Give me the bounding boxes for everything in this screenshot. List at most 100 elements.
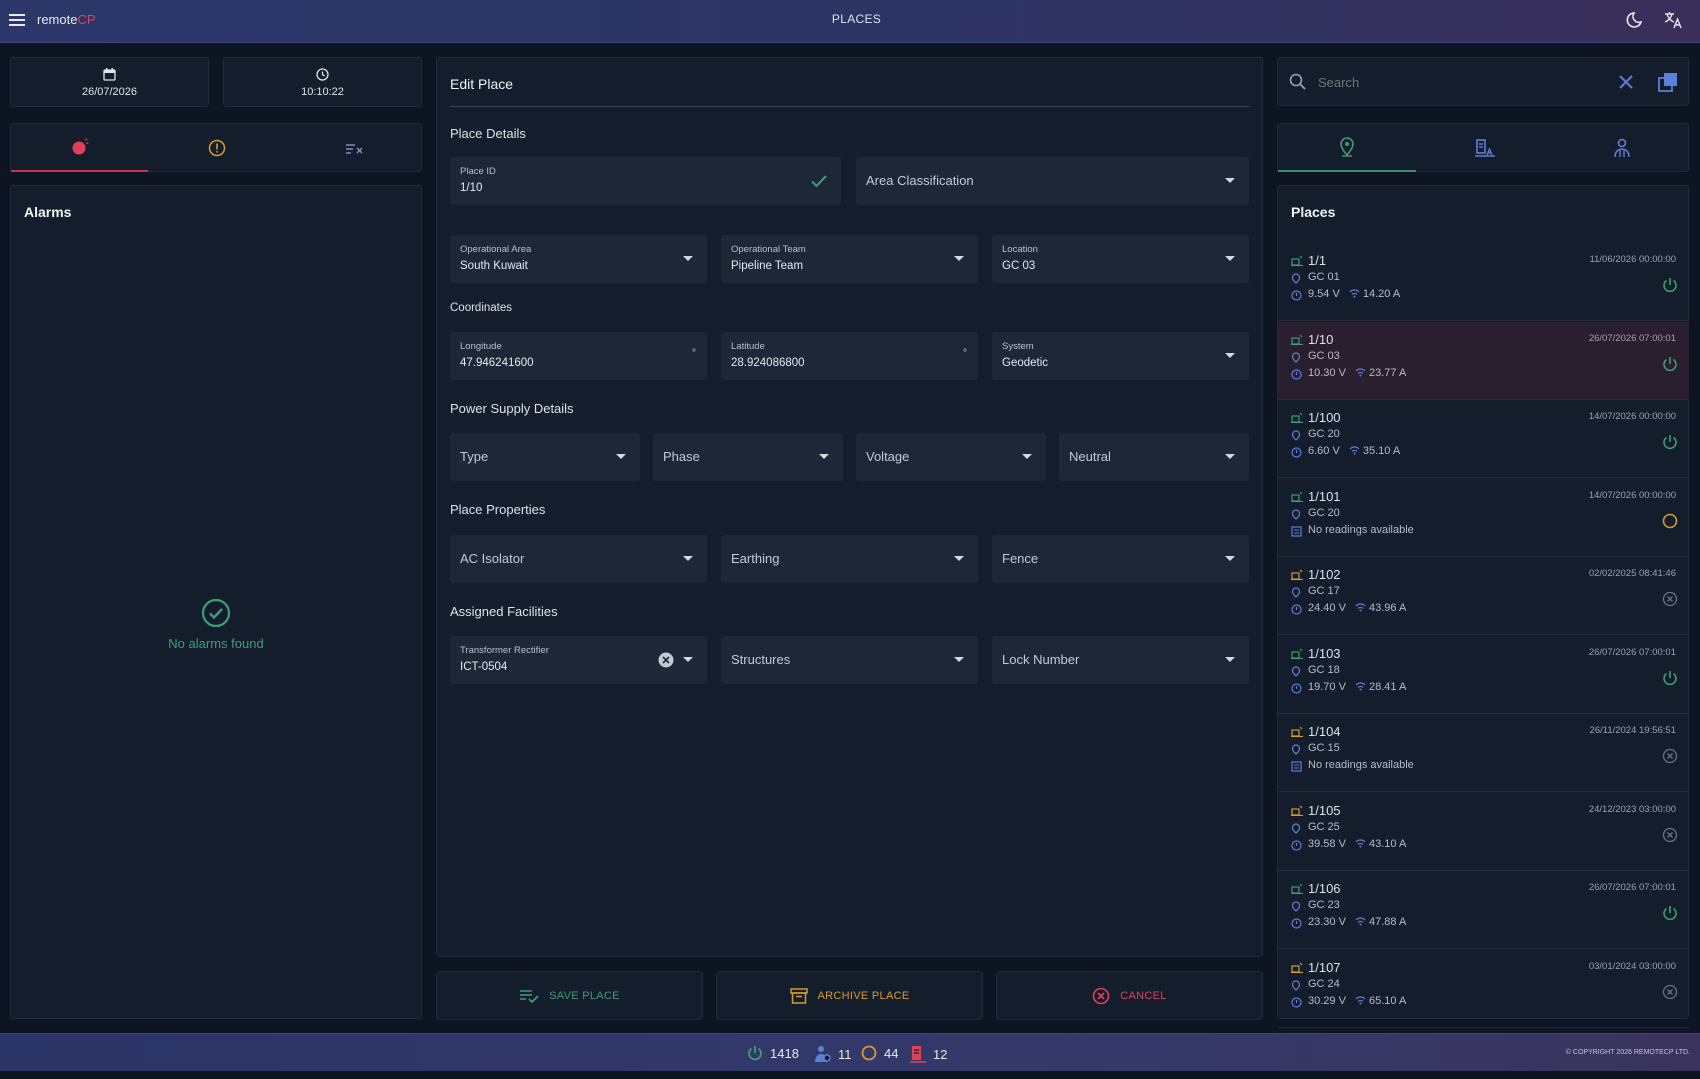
save-place-button[interactable]: SAVE PLACE — [436, 971, 703, 1020]
stat-maintenance[interactable]: 11 — [813, 1045, 852, 1063]
empty-state: No alarms found — [151, 598, 281, 651]
ac-isolator-select[interactable]: AC Isolator — [450, 535, 707, 583]
online-count: 1418 — [770, 1045, 799, 1061]
alarms-panel: Alarms No alarms found — [10, 185, 422, 1019]
place-list-item[interactable]: 1/102 02/02/2025 08:41:46 GC 17 24.40 V 43.… — [1278, 557, 1689, 635]
map-pin-icon — [1291, 430, 1301, 441]
place-list-item[interactable]: 1/107 03/01/2024 03:00:00 GC 24 30.29 V 65.… — [1278, 950, 1689, 1028]
check-icon — [811, 175, 827, 188]
voltage-select[interactable]: Voltage — [856, 433, 1046, 481]
system-value: Geodetic — [1002, 357, 1049, 369]
type-select[interactable]: Type — [450, 433, 640, 481]
latitude-field[interactable]: Latitude 28.924086800 ° — [721, 332, 978, 380]
longitude-value: 47.946241600 — [460, 357, 534, 369]
location-select[interactable]: Location GC 03 — [992, 235, 1249, 283]
offline-icon[interactable] — [1662, 984, 1678, 1005]
place-date: 02/02/2025 08:41:46 — [1588, 568, 1676, 579]
power-icon[interactable] — [1662, 277, 1678, 298]
place-list-item[interactable]: 1/10 26/07/2026 07:00:01 GC 03 10.30 V 23.7… — [1278, 321, 1689, 400]
lock-number-select[interactable]: Lock Number — [992, 636, 1249, 684]
offline-icon[interactable] — [1662, 827, 1678, 848]
voltage-placeholder: Voltage — [866, 449, 910, 464]
voltage-icon — [1291, 368, 1302, 380]
place-type-icon — [1291, 255, 1303, 266]
tr-value: ICT-0504 — [460, 661, 508, 673]
op-area-label: Operational Area — [460, 244, 532, 255]
close-icon[interactable] — [1619, 75, 1633, 89]
voltage-value: 6.60 V — [1308, 445, 1340, 457]
place-list-item[interactable]: 1/104 26/11/2024 19:56:51 GC 15 No readings… — [1278, 714, 1689, 792]
place-location: GC 18 — [1308, 663, 1340, 676]
cancel-icon — [1092, 987, 1110, 1004]
structures-select[interactable]: Structures — [721, 636, 978, 684]
place-list-item[interactable]: 1/101 14/07/2026 00:00:00 GC 20 No readings… — [1278, 479, 1689, 557]
place-list-item[interactable]: 1/106 26/07/2026 07:00:01 GC 23 23.30 V 47.… — [1278, 871, 1689, 949]
stat-pending[interactable]: 44 — [861, 1045, 898, 1061]
power-icon[interactable] — [1662, 670, 1678, 691]
transformer-rectifier-select[interactable]: Transformer Rectifier ICT-0504 — [450, 636, 707, 684]
filter-clear-icon — [345, 144, 363, 154]
current-icon — [1349, 289, 1360, 298]
place-list-item[interactable]: 1/100 14/07/2026 00:00:00 GC 20 6.60 V 35.1… — [1278, 400, 1689, 478]
longitude-field[interactable]: Longitude 47.946241600 ° — [450, 332, 707, 380]
offline-icon[interactable] — [1662, 748, 1678, 769]
alarm-station-icon — [910, 1046, 926, 1063]
operational-team-select[interactable]: Operational Team Pipeline Team — [721, 235, 978, 283]
archive-place-button[interactable]: ARCHIVE PLACE — [716, 971, 983, 1020]
place-id: 1/105 — [1308, 802, 1341, 818]
system-select[interactable]: System Geodetic — [992, 332, 1249, 380]
place-reading: No readings available — [1308, 524, 1414, 536]
tab-filter-clear[interactable] — [286, 124, 423, 172]
earthing-select[interactable]: Earthing — [721, 535, 978, 583]
current-value: 47.88 A — [1368, 916, 1407, 928]
place-type-icon — [1291, 805, 1303, 816]
power-icon[interactable] — [1662, 434, 1678, 455]
tab-technicians[interactable] — [1553, 124, 1690, 172]
tab-warnings[interactable] — [148, 124, 286, 172]
degree-symbol: ° — [963, 348, 967, 359]
place-list-item[interactable]: 1/1 11/06/2026 00:00:00 GC 01 9.54 V 14.20 … — [1278, 243, 1689, 321]
tab-alarms[interactable] — [11, 124, 148, 172]
voltage-icon — [1291, 918, 1302, 929]
search-input[interactable] — [1318, 71, 1558, 93]
clear-icon[interactable] — [658, 652, 674, 668]
place-id-field[interactable]: Place ID 1/10 — [450, 157, 841, 205]
stat-alarms[interactable]: 12 — [910, 1045, 947, 1063]
left-tabs — [10, 123, 422, 172]
stat-online[interactable]: 1418 — [747, 1045, 799, 1061]
place-type-icon — [1291, 883, 1303, 894]
chevron-down-icon — [683, 657, 693, 662]
place-list-item[interactable]: 1/103 26/07/2026 07:00:01 GC 18 19.70 V 28.… — [1278, 636, 1689, 714]
area-classification-select[interactable]: Area Classification — [856, 157, 1249, 205]
pending-circle-icon[interactable] — [1662, 513, 1678, 534]
translate-icon[interactable] — [1663, 10, 1683, 30]
place-reading: 30.29 V 65.10 A — [1308, 995, 1406, 1007]
voltage-icon — [1291, 290, 1302, 301]
tab-places[interactable] — [1278, 124, 1416, 172]
pending-count: 44 — [884, 1045, 899, 1061]
tab-stations[interactable] — [1416, 124, 1553, 172]
place-list-item[interactable]: 1/105 24/12/2023 03:00:00 GC 25 39.58 V 43.… — [1278, 793, 1689, 871]
operational-area-select[interactable]: Operational Area South Kuwait — [450, 235, 707, 283]
op-area-value: South Kuwait — [460, 260, 528, 272]
voltage-icon — [1291, 604, 1302, 615]
op-team-label: Operational Team — [731, 244, 806, 255]
power-icon[interactable] — [1662, 905, 1678, 926]
cancel-button[interactable]: CANCEL — [996, 971, 1263, 1020]
phase-select[interactable]: Phase — [653, 433, 843, 481]
open-window-icon[interactable] — [1658, 72, 1678, 92]
place-id: 1/102 — [1308, 567, 1341, 582]
current-icon — [1355, 995, 1366, 1004]
chevron-down-icon — [954, 556, 964, 561]
place-date: 26/07/2026 07:00:01 — [1588, 332, 1676, 344]
neutral-select[interactable]: Neutral — [1059, 433, 1249, 481]
cancel-label: CANCEL — [1120, 989, 1167, 1002]
offline-icon[interactable] — [1662, 591, 1678, 612]
archive-icon — [789, 987, 808, 1004]
dark-mode-icon[interactable] — [1624, 10, 1644, 30]
latitude-value: 28.924086800 — [731, 357, 805, 369]
place-date: 26/07/2026 07:00:01 — [1588, 882, 1676, 893]
chevron-down-icon — [1225, 657, 1235, 662]
fence-select[interactable]: Fence — [992, 535, 1249, 583]
power-icon[interactable] — [1662, 356, 1678, 377]
